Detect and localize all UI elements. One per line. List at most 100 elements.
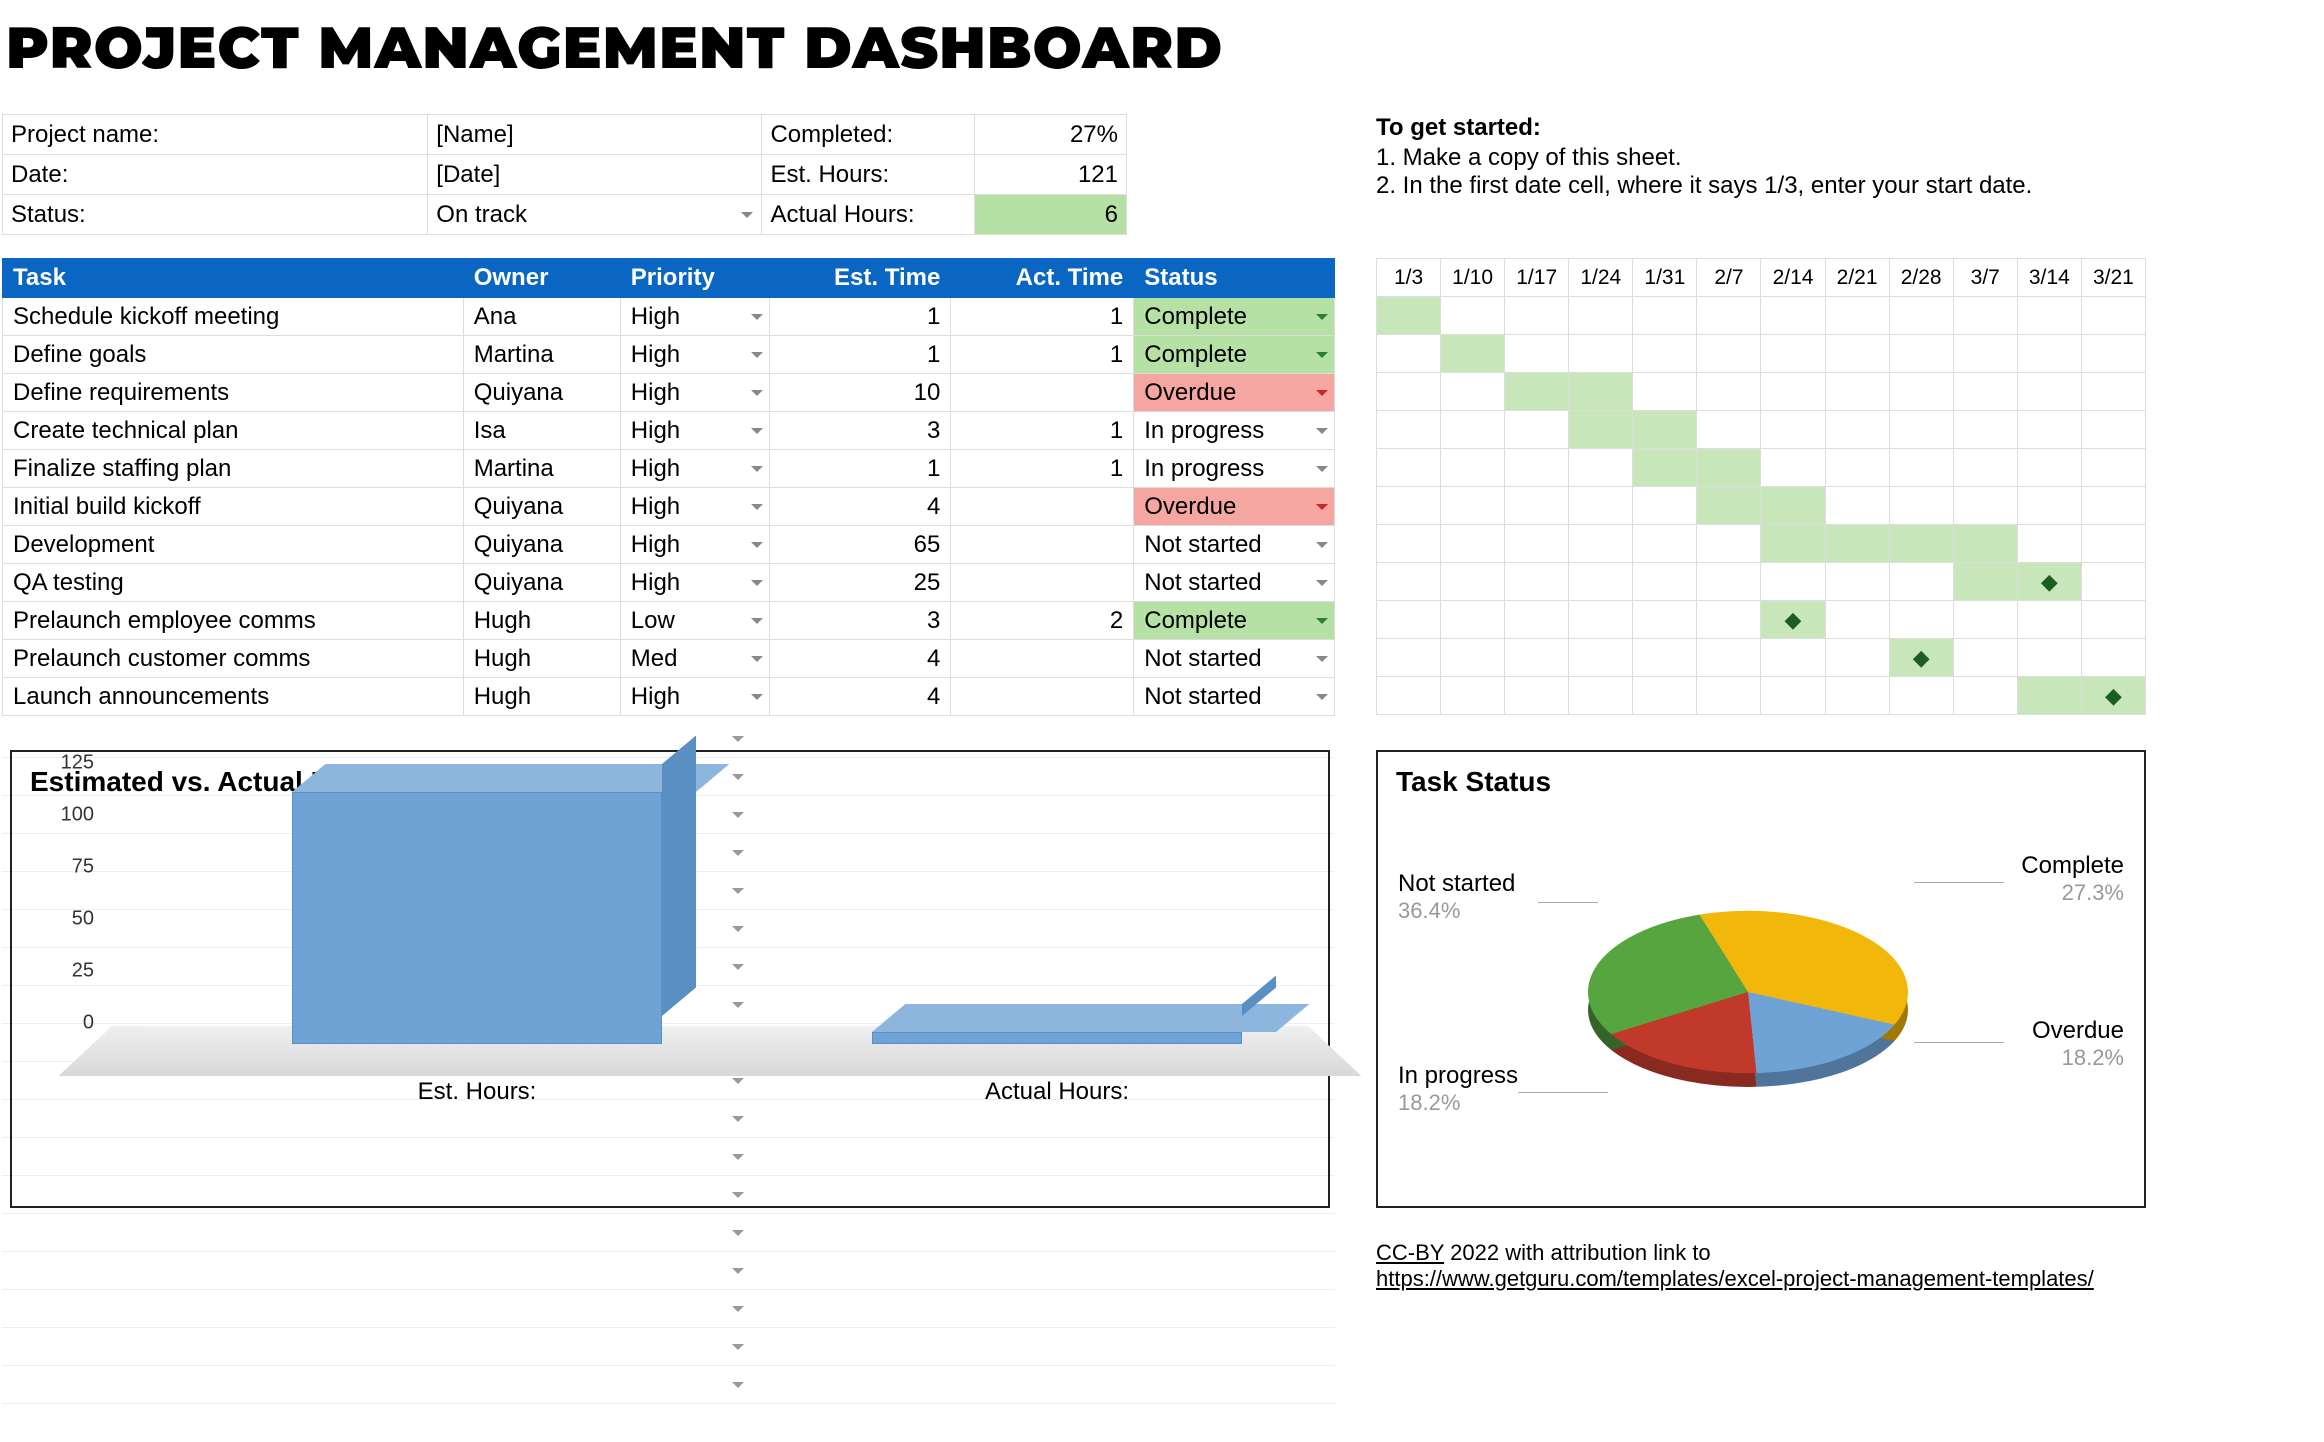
gantt-cell[interactable] [1697,411,1761,449]
task-cell[interactable]: Initial build kickoff [3,488,464,526]
tasks-header[interactable]: Priority [620,259,769,298]
task-cell[interactable]: Create technical plan [3,412,464,450]
status-cell[interactable]: Not started [1134,564,1335,602]
meta-value[interactable]: On track [428,195,762,235]
task-cell[interactable]: Define requirements [3,374,464,412]
gantt-cell[interactable] [1569,449,1633,487]
gantt-cell[interactable] [2017,335,2081,373]
gantt-cell[interactable] [1697,563,1761,601]
gantt-cell[interactable] [2017,373,2081,411]
gantt-cell[interactable] [1441,411,1505,449]
gantt-cell[interactable] [1953,601,2017,639]
task-cell[interactable]: Schedule kickoff meeting [3,298,464,336]
priority-cell[interactable]: High [620,336,769,374]
meta-value[interactable]: [Name] [428,115,762,155]
gantt-cell[interactable] [1441,297,1505,335]
gantt-cell[interactable] [1953,563,2017,601]
meta-value[interactable]: [Date] [428,155,762,195]
gantt-cell[interactable] [1377,373,1441,411]
gantt-cell[interactable] [1761,487,1825,525]
status-cell[interactable]: Complete [1134,336,1335,374]
owner-cell[interactable]: Quiyana [463,526,620,564]
gantt-cell[interactable] [1505,411,1569,449]
gantt-cell[interactable] [1825,487,1889,525]
priority-cell[interactable]: High [620,412,769,450]
est-cell[interactable]: 1 [770,450,951,488]
tasks-header[interactable]: Task [3,259,464,298]
status-cell[interactable]: Complete [1134,298,1335,336]
gantt-cell[interactable] [1633,601,1697,639]
status-cell[interactable]: Overdue [1134,374,1335,412]
gantt-date-header[interactable]: 2/14 [1761,259,1825,297]
gantt-cell[interactable] [1825,525,1889,563]
gantt-cell[interactable] [2081,335,2145,373]
gantt-cell[interactable] [1377,297,1441,335]
gantt-cell[interactable] [1633,487,1697,525]
gantt-cell[interactable] [1505,563,1569,601]
gantt-cell[interactable] [2081,525,2145,563]
task-cell[interactable]: Launch announcements [3,678,464,716]
gantt-date-header[interactable]: 2/7 [1697,259,1761,297]
priority-cell[interactable]: High [620,564,769,602]
gantt-cell[interactable] [1505,335,1569,373]
gantt-cell[interactable] [2081,411,2145,449]
gantt-cell[interactable] [1505,639,1569,677]
gantt-cell[interactable] [1889,411,1953,449]
gantt-cell[interactable] [1569,525,1633,563]
gantt-cell[interactable] [1889,487,1953,525]
act-cell[interactable]: 2 [951,602,1134,640]
gantt-cell[interactable] [2081,297,2145,335]
gantt-cell[interactable] [1569,601,1633,639]
status-cell[interactable]: Overdue [1134,488,1335,526]
gantt-cell[interactable]: ◆ [2081,677,2145,715]
task-cell[interactable]: QA testing [3,564,464,602]
gantt-cell[interactable] [1441,373,1505,411]
gantt-cell[interactable] [1953,335,2017,373]
gantt-cell[interactable] [1377,411,1441,449]
gantt-date-header[interactable]: 3/21 [2081,259,2145,297]
est-cell[interactable]: 4 [770,640,951,678]
gantt-cell[interactable] [1377,563,1441,601]
kpi-label[interactable]: Actual Hours: [762,195,975,235]
gantt-date-header[interactable]: 2/28 [1889,259,1953,297]
priority-cell[interactable]: High [620,488,769,526]
gantt-cell[interactable] [1761,677,1825,715]
tasks-header[interactable]: Est. Time [770,259,951,298]
gantt-cell[interactable] [1953,373,2017,411]
owner-cell[interactable]: Hugh [463,640,620,678]
act-cell[interactable] [951,640,1134,678]
owner-cell[interactable]: Quiyana [463,374,620,412]
gantt-cell[interactable] [1505,297,1569,335]
gantt-cell[interactable] [1377,677,1441,715]
task-cell[interactable]: Development [3,526,464,564]
gantt-cell[interactable] [2081,449,2145,487]
gantt-cell[interactable] [1889,449,1953,487]
gantt-cell[interactable] [1697,487,1761,525]
gantt-cell[interactable] [1697,525,1761,563]
est-cell[interactable]: 65 [770,526,951,564]
priority-cell[interactable]: High [620,678,769,716]
gantt-cell[interactable] [1825,601,1889,639]
gantt-cell[interactable] [1441,601,1505,639]
gantt-cell[interactable] [1761,373,1825,411]
gantt-cell[interactable] [1569,373,1633,411]
gantt-cell[interactable] [1505,449,1569,487]
act-cell[interactable]: 1 [951,298,1134,336]
gantt-cell[interactable] [1569,297,1633,335]
gantt-cell[interactable] [1697,335,1761,373]
gantt-cell[interactable] [2017,297,2081,335]
gantt-cell[interactable] [1825,335,1889,373]
kpi-label[interactable]: Completed: [762,115,975,155]
est-cell[interactable]: 1 [770,298,951,336]
status-cell[interactable]: Not started [1134,640,1335,678]
gantt-cell[interactable] [1953,677,2017,715]
gantt-cell[interactable] [1825,677,1889,715]
gantt-cell[interactable] [1761,525,1825,563]
gantt-cell[interactable] [1633,525,1697,563]
gantt-cell[interactable] [1633,297,1697,335]
gantt-cell[interactable] [1889,335,1953,373]
tasks-header[interactable]: Status [1134,259,1335,298]
gantt-cell[interactable] [1953,449,2017,487]
act-cell[interactable] [951,678,1134,716]
gantt-cell[interactable] [1697,373,1761,411]
